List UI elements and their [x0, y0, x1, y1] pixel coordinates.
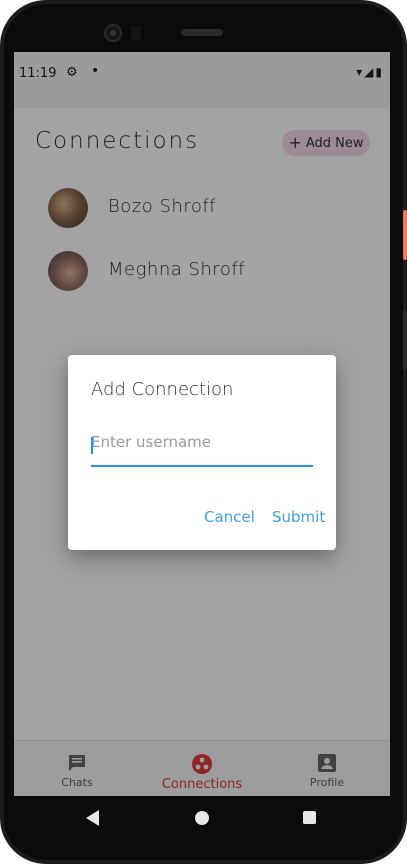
phone-frame: 11:19 ⚙ • ▾◢▮ Connections + Add New Bozo …: [0, 0, 407, 864]
volume-button[interactable]: [403, 310, 407, 370]
front-camera: [104, 24, 122, 42]
sensor: [131, 26, 141, 40]
dialog-title: Add Connection: [91, 379, 234, 400]
back-icon[interactable]: [86, 810, 99, 826]
power-button[interactable]: [403, 210, 407, 260]
username-input[interactable]: [91, 429, 313, 451]
cancel-button[interactable]: Cancel: [204, 508, 255, 526]
add-connection-dialog: Add Connection Cancel Submit: [68, 355, 336, 550]
username-field-wrapper: [91, 429, 313, 467]
home-icon[interactable]: [195, 811, 209, 825]
earpiece-speaker: [181, 29, 223, 36]
submit-button[interactable]: Submit: [272, 508, 325, 526]
screen: 11:19 ⚙ • ▾◢▮ Connections + Add New Bozo …: [14, 52, 390, 796]
system-navigation-bar: [14, 796, 390, 842]
recent-apps-icon[interactable]: [303, 811, 316, 824]
text-caret: [91, 437, 93, 454]
